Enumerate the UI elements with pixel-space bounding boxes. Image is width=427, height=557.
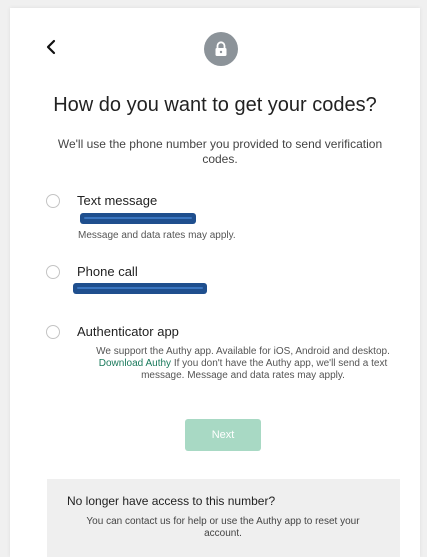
lock-icon bbox=[215, 41, 227, 56]
next-button[interactable]: Next bbox=[185, 419, 261, 451]
chevron-left-icon[interactable] bbox=[42, 37, 60, 57]
page-title: How do you want to get your codes? bbox=[53, 94, 377, 116]
radio-authenticator-app[interactable] bbox=[46, 325, 60, 339]
option-note: Message and data rates may apply. bbox=[78, 230, 236, 241]
help-box: No longer have access to this number? Yo… bbox=[47, 479, 400, 557]
help-text: You can contact us for help or use the A… bbox=[86, 516, 360, 539]
radio-text-message[interactable] bbox=[46, 194, 60, 208]
radio-phone-call[interactable] bbox=[46, 265, 60, 279]
lock-badge bbox=[204, 32, 238, 66]
help-title: No longer have access to this number? bbox=[67, 494, 276, 508]
authenticator-description: We support the Authy app. Available for … bbox=[82, 346, 404, 382]
authenticator-description-text: If you don't have the Authy app, we'll s… bbox=[141, 358, 388, 381]
page-subtitle: We'll use the phone number you provided … bbox=[57, 137, 383, 166]
authenticator-description-text: We support the Authy app. Available for … bbox=[96, 346, 390, 357]
option-label: Phone call bbox=[77, 264, 138, 279]
option-label: Text message bbox=[77, 193, 158, 208]
redacted-phone-number bbox=[80, 213, 196, 224]
redacted-phone-number bbox=[73, 283, 207, 294]
download-authy-link[interactable]: Download Authy bbox=[99, 358, 171, 369]
option-label: Authenticator app bbox=[77, 324, 179, 339]
verification-card: How do you want to get your codes? We'll… bbox=[10, 8, 420, 557]
